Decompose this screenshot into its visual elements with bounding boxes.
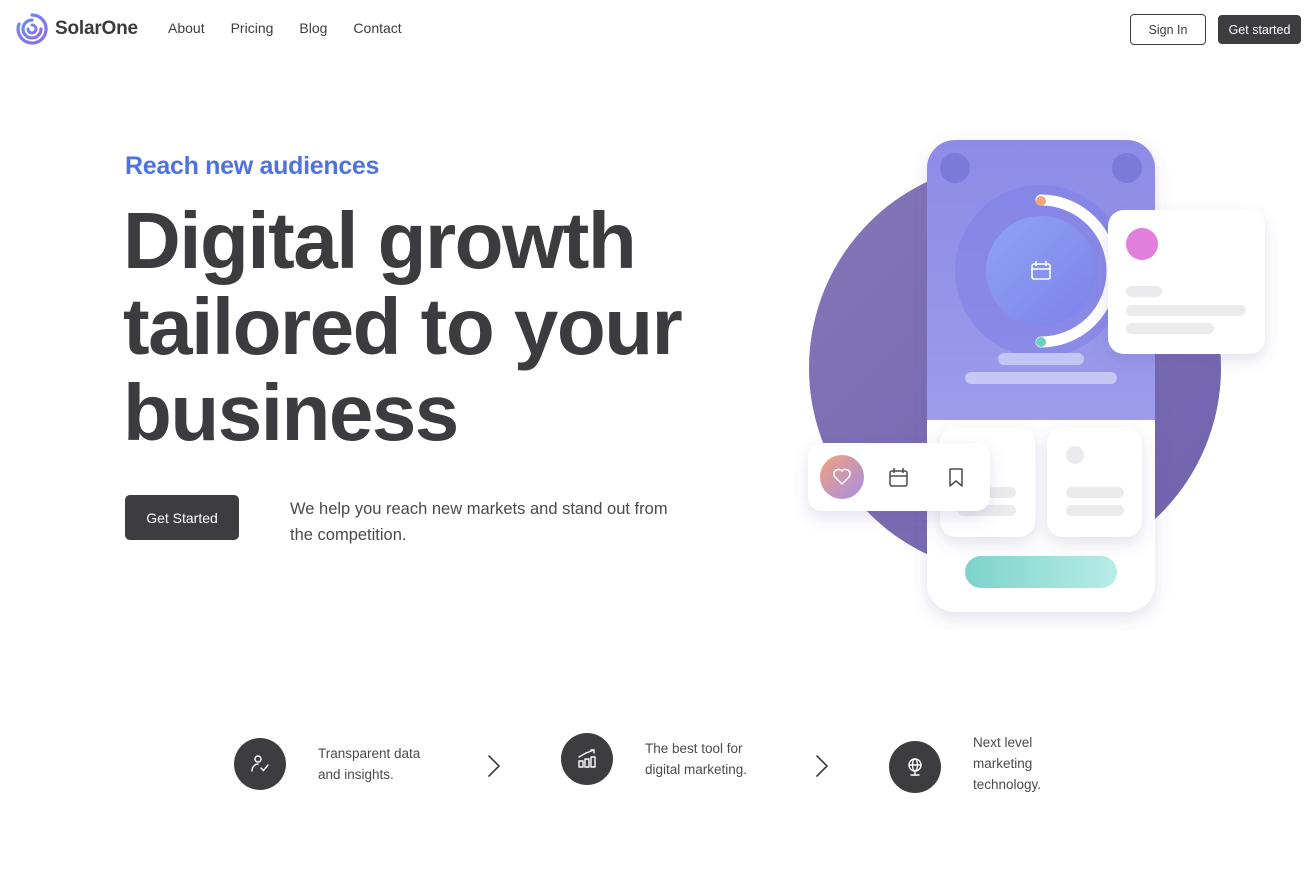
bar-chart-growth-icon — [561, 733, 613, 785]
globe-icon — [889, 740, 941, 793]
sign-in-button[interactable]: Sign In — [1130, 14, 1206, 45]
feature-item-2: The best tool for digital marketing. — [561, 733, 765, 785]
nav-get-started-button[interactable]: Get started — [1218, 15, 1301, 44]
user-check-icon — [234, 738, 286, 790]
hero-illustration — [808, 140, 1265, 612]
top-navigation: SolarOne About Pricing Blog Contact Sign… — [0, 0, 1316, 60]
nav-link-pricing[interactable]: Pricing — [231, 20, 274, 36]
brand-name: SolarOne — [55, 18, 138, 39]
calendar-disc — [986, 216, 1096, 326]
hero-description: We help you reach new markets and stand … — [290, 500, 668, 544]
nav-links: About Pricing Blog Contact — [168, 20, 402, 36]
teal-progress-bar — [965, 556, 1117, 588]
hero-get-started-button[interactable]: Get Started — [125, 495, 239, 540]
swirl-logo-icon — [16, 13, 48, 45]
chevron-right-icon[interactable] — [486, 754, 502, 778]
nav-link-contact[interactable]: Contact — [353, 20, 401, 36]
feature-text-1: Transparent data and insights. — [318, 746, 421, 782]
nav-link-about[interactable]: About — [168, 20, 205, 36]
headline-line-1: Digital growth — [123, 196, 637, 285]
hero-headline: Digital growth tailored to your business — [123, 198, 763, 456]
features-row: Transparent data and insights. The best … — [0, 730, 1316, 800]
feature-text-3: Next level marketing technology. — [973, 735, 1042, 792]
brand-logo[interactable]: SolarOne — [15, 12, 138, 46]
nav-link-blog[interactable]: Blog — [299, 20, 327, 36]
headline-line-3: business — [123, 368, 459, 457]
hero-eyebrow: Reach new audiences — [125, 152, 380, 180]
feature-item-3: Next level marketing technology. — [889, 732, 1053, 795]
feature-item-1: Transparent data and insights. — [234, 738, 438, 790]
chevron-right-icon[interactable] — [814, 754, 830, 778]
headline-line-2: tailored to your — [123, 282, 683, 371]
feature-text-2: The best tool for digital marketing. — [645, 741, 748, 777]
